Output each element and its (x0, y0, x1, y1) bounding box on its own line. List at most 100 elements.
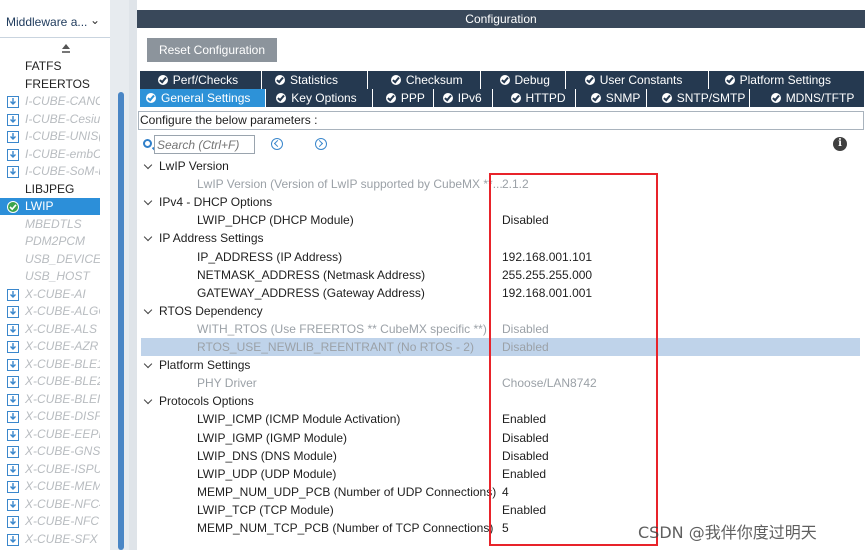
sort-icon-bar (62, 51, 70, 53)
parameter-row[interactable]: MEMP_NUM_UDP_PCB (Number of UDP Connecti… (137, 483, 861, 501)
tab-label: Statistics (290, 73, 339, 87)
sidebar-item-mbedtls[interactable]: MBEDTLS (0, 216, 100, 233)
tab-statistics[interactable]: Statistics (262, 71, 368, 89)
expand-chevron-icon[interactable] (143, 160, 153, 170)
sidebar-item-usb-device[interactable]: USB_DEVICE (0, 251, 100, 268)
parameter-value[interactable]: 5 (502, 519, 509, 537)
sidebar-item-x-cube-ai[interactable]: X-CUBE-AI (0, 286, 100, 303)
parameter-row[interactable]: IP_ADDRESS (IP Address) 192.168.001.101 (137, 248, 861, 266)
parameter-value[interactable]: 192.168.001.001 (502, 284, 592, 302)
parameter-row[interactable]: NETMASK_ADDRESS (Netmask Address) 255.255… (137, 266, 861, 284)
group-lwip-version[interactable]: LwIP Version (137, 157, 861, 175)
sidebar-item-libjpeg[interactable]: LIBJPEG (0, 181, 100, 198)
sidebar-item-x-cube-sfx[interactable]: X-CUBE-SFX (0, 531, 100, 548)
parameter-value[interactable]: Disabled (502, 447, 549, 465)
info-icon[interactable]: i (833, 137, 847, 151)
reset-configuration-button[interactable]: Reset Configuration (147, 38, 277, 62)
sidebar-item-x-cube-eepi[interactable]: X-CUBE-EEPI (0, 426, 100, 443)
parameter-value[interactable]: 255.255.255.000 (502, 266, 592, 284)
sidebar-item-x-cube-ble2[interactable]: X-CUBE-BLE2 (0, 373, 100, 390)
sidebar-item-usb-host[interactable]: USB_HOST (0, 268, 100, 285)
tab-ipv6[interactable]: IPv6 (434, 89, 493, 107)
tab-label: Platform Settings (739, 73, 831, 87)
group-ipv4-dhcp-options[interactable]: IPv4 - DHCP Options (137, 193, 861, 211)
expand-chevron-icon[interactable] (143, 196, 153, 206)
parameter-row[interactable]: LWIP_DHCP (DHCP Module) Disabled (137, 211, 861, 229)
sort-icon[interactable] (62, 44, 70, 49)
sidebar-item-x-cube-algc[interactable]: X-CUBE-ALGC (0, 303, 100, 320)
tab-checksum[interactable]: Checksum (368, 71, 481, 89)
parameter-value[interactable]: Enabled (502, 410, 546, 428)
parameter-value[interactable]: Disabled (502, 211, 549, 229)
sidebar-item-i-cube-som-u[interactable]: I-CUBE-SoM-u (0, 163, 100, 180)
sidebar-scrollbar[interactable] (110, 0, 129, 550)
search-previous-icon[interactable] (271, 138, 283, 150)
splitter[interactable] (129, 0, 137, 550)
parameter-name: MEMP_NUM_UDP_PCB (Number of UDP Connecti… (197, 484, 497, 499)
parameter-row[interactable]: LWIP_UDP (UDP Module) Enabled (137, 465, 861, 483)
sidebar-item-i-cube-unis[interactable]: I-CUBE-UNIS( (0, 128, 100, 145)
parameter-row[interactable]: PHY Driver Choose/LAN8742 (137, 374, 861, 392)
parameter-row[interactable]: WITH_RTOS (Use FREERTOS ** CubeMX specif… (137, 320, 861, 338)
parameter-name: LWIP_ICMP (ICMP Module Activation) (197, 412, 401, 427)
tab-debug[interactable]: Debug (481, 71, 566, 89)
sidebar-item-lwip[interactable]: LWIP (0, 198, 100, 215)
sidebar-item-label: USB_HOST (25, 269, 90, 283)
sidebar-item-label: I-CUBE-UNIS( (25, 129, 100, 143)
parameter-value[interactable]: Enabled (502, 465, 546, 483)
check-circle-icon (510, 93, 521, 103)
group-ip-address-settings[interactable]: IP Address Settings (137, 229, 861, 247)
sidebar-item-x-cube-nfc4[interactable]: X-CUBE-NFC4 (0, 496, 100, 513)
group-platform-settings[interactable]: Platform Settings (137, 356, 861, 374)
tab-ppp[interactable]: PPP (373, 89, 434, 107)
parameter-row[interactable]: LWIP_IGMP (IGMP Module) Disabled (137, 429, 861, 447)
sidebar-item-i-cube-canc[interactable]: I-CUBE-CANC (0, 93, 100, 110)
sidebar-item-i-cube-cesiu[interactable]: I-CUBE-Cesiu (0, 111, 100, 128)
tab-sntp-smtp[interactable]: SNTP/SMTP (647, 89, 750, 107)
parameter-value[interactable]: 192.168.001.101 (502, 248, 592, 266)
tab-httpd[interactable]: HTTPD (493, 89, 576, 107)
group-rtos-dependency[interactable]: RTOS Dependency (137, 302, 861, 320)
tab-user-constants[interactable]: User Constants (566, 71, 709, 89)
sidebar-item-x-cube-azr[interactable]: X-CUBE-AZR (0, 338, 100, 355)
sidebar-item-x-cube-ispu[interactable]: X-CUBE-ISPU (0, 461, 100, 478)
sidebar-item-x-cube-blei[interactable]: X-CUBE-BLEI (0, 391, 100, 408)
sidebar-item-x-cube-als[interactable]: X-CUBE-ALS (0, 321, 100, 338)
parameter-row[interactable]: RTOS_USE_NEWLIB_REENTRANT (No RTOS - 2) D… (141, 338, 860, 356)
search-next-icon[interactable] (315, 138, 327, 150)
tab-snmp[interactable]: SNMP (576, 89, 647, 107)
sidebar-item-freertos[interactable]: FREERTOS (0, 76, 100, 93)
parameter-row[interactable]: LWIP_TCP (TCP Module) Enabled (137, 501, 861, 519)
parameter-value[interactable]: Enabled (502, 501, 546, 519)
sidebar-item-x-cube-ble1[interactable]: X-CUBE-BLE1 (0, 356, 100, 373)
sidebar-item-x-cube-gns[interactable]: X-CUBE-GNS (0, 443, 100, 460)
parameter-value[interactable]: Disabled (502, 429, 549, 447)
parameter-row[interactable]: LwIP Version (Version of LwIP supported … (137, 175, 861, 193)
expand-chevron-icon[interactable] (143, 233, 153, 242)
tab-key-options[interactable]: Key Options (266, 89, 373, 107)
parameter-row[interactable]: LWIP_ICMP (ICMP Module Activation) Enable… (137, 410, 861, 428)
sidebar-item-x-cube-mem[interactable]: X-CUBE-MEM (0, 478, 100, 495)
tab-label: MDNS/TFTP (785, 91, 855, 105)
expand-chevron-icon[interactable] (143, 359, 153, 369)
expand-chevron-icon[interactable] (143, 396, 153, 405)
sidebar-item-fatfs[interactable]: FATFS (0, 58, 100, 75)
sidebar-item-x-cube-nfc7[interactable]: X-CUBE-NFC7 (0, 513, 100, 530)
check-circle-icon (770, 93, 781, 103)
search-input[interactable] (154, 135, 255, 154)
download-pack-icon (7, 516, 19, 528)
sidebar-item-i-cube-embc[interactable]: I-CUBE-embC (0, 146, 100, 163)
tab-perf-checks[interactable]: Perf/Checks (140, 71, 262, 89)
expand-chevron-icon[interactable] (143, 305, 153, 315)
group-protocols-options[interactable]: Protocols Options (137, 392, 861, 410)
sidebar-item-x-cube-disf[interactable]: X-CUBE-DISF (0, 408, 100, 425)
scrollbar-thumb[interactable] (118, 92, 124, 550)
parameter-row[interactable]: GATEWAY_ADDRESS (Gateway Address) 192.168… (137, 284, 861, 302)
tab-general-settings[interactable]: General Settings (140, 89, 266, 107)
category-dropdown[interactable]: Middleware a... ⌄ (0, 10, 108, 36)
tab-platform-settings[interactable]: Platform Settings (709, 71, 865, 89)
sidebar-item-pdm2pcm[interactable]: PDM2PCM (0, 233, 100, 250)
parameter-value[interactable]: 4 (502, 483, 509, 501)
tab-mdns-tftp[interactable]: MDNS/TFTP (750, 89, 865, 107)
parameter-row[interactable]: LWIP_DNS (DNS Module) Disabled (137, 447, 861, 465)
